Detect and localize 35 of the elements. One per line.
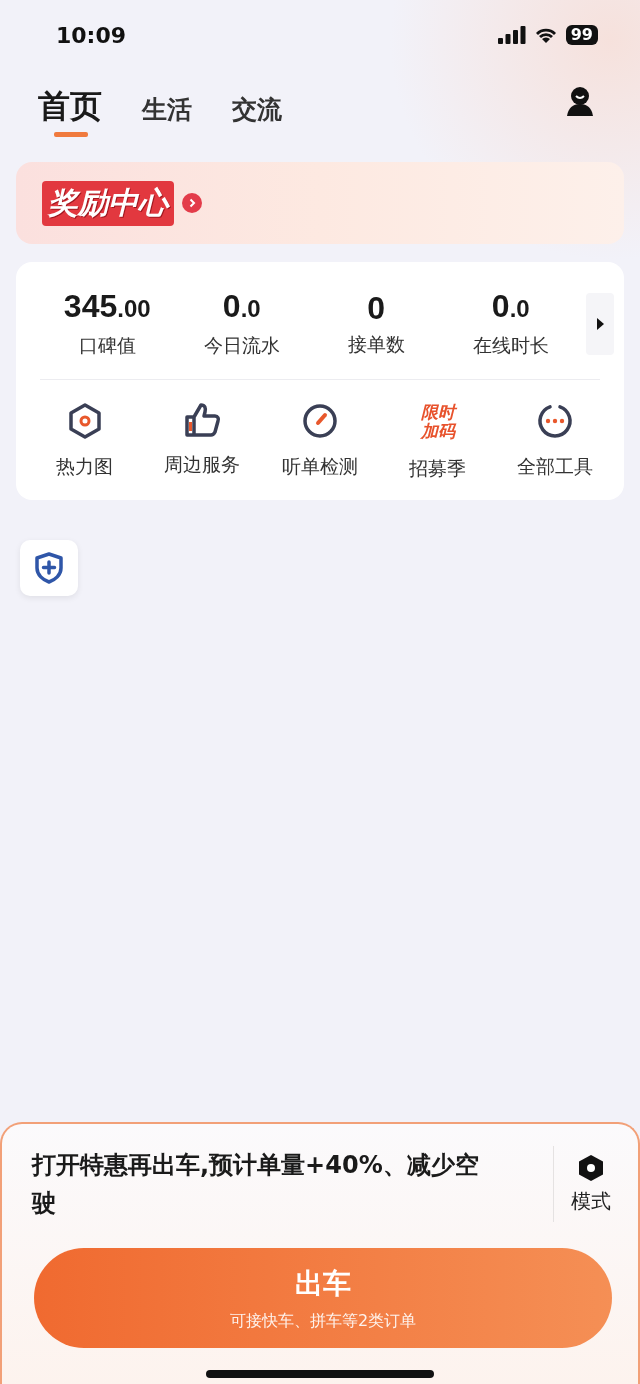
tab[interactable]: 生活 <box>142 86 192 130</box>
gauge-icon <box>301 402 339 440</box>
stat-value: 345.00 <box>63 288 151 326</box>
chevron-icon <box>182 193 202 213</box>
tab[interactable]: 交流 <box>232 86 282 130</box>
stat-value: 0.0 <box>222 288 261 326</box>
tool-item[interactable]: 听单检测 <box>261 402 379 482</box>
thumbs-up-icon <box>183 402 222 438</box>
tool-item[interactable]: 热力图 <box>26 402 144 482</box>
reward-banner[interactable]: 奖励中心 <box>16 162 624 244</box>
shield-plus-icon <box>35 552 63 584</box>
status-time: 10:09 <box>56 22 127 48</box>
expand-button[interactable] <box>586 292 614 355</box>
stat-label: 接单数 <box>347 331 405 357</box>
battery-level: 99 <box>565 25 598 45</box>
banner-title: 奖励中心 <box>42 180 174 226</box>
signal-icon <box>497 26 526 44</box>
play-arrow-icon <box>596 317 604 330</box>
stat-value: 0 <box>367 289 386 326</box>
promo-label: 限时 加码 <box>419 402 458 442</box>
mode-button[interactable]: 模式 <box>554 1153 628 1215</box>
tool-item[interactable]: 限时 加码 招募季 <box>378 402 497 482</box>
hexagon-icon <box>578 1153 604 1182</box>
stat-label: 口碑值 <box>78 333 136 358</box>
more-icon <box>536 402 575 440</box>
tip-text: 打开特惠再出车,预计单量+40%、减少空驶 <box>32 1150 480 1219</box>
stat-value: 0.0 <box>491 288 530 326</box>
safety-button[interactable] <box>20 540 78 596</box>
tool-item[interactable]: 周边服务 <box>143 402 262 482</box>
tab[interactable]: 首页 <box>38 86 102 126</box>
stat-label: 今日流水 <box>203 333 280 358</box>
stat-label: 在线时长 <box>472 333 549 358</box>
tool-item[interactable]: 全部工具 <box>496 402 614 482</box>
person-icon[interactable] <box>566 86 594 116</box>
hexagon-icon <box>66 402 103 440</box>
